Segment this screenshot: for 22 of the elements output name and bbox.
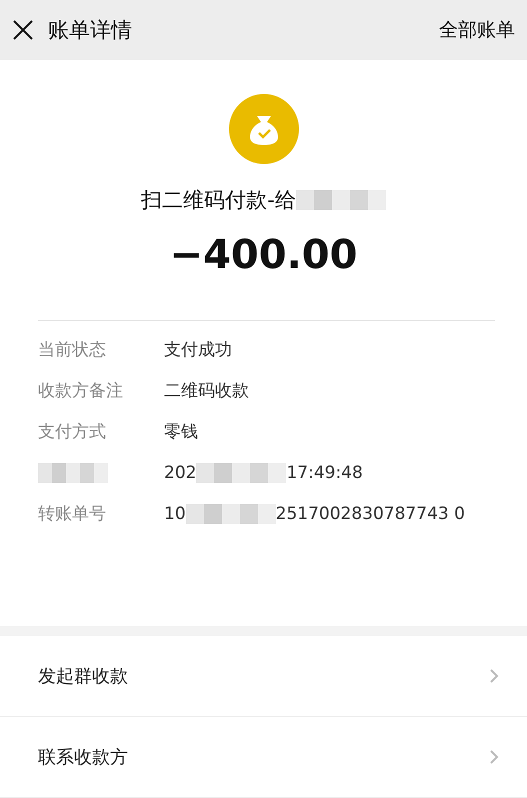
detail-value: 2517002830787743 0 [276,504,465,524]
close-icon[interactable] [12,19,34,41]
payment-title: 扫二维码付款-给 [141,187,296,214]
chevron-icon [489,668,499,684]
detail-value: 10 [164,504,186,524]
chevron-icon [489,749,499,765]
money-bag-icon [228,94,298,164]
menu-item[interactable]: 发起群收款 [0,636,527,717]
detail-value: 17:49:48 [286,463,363,483]
menu-item[interactable]: 联系收款方 [0,717,527,798]
redaction-mosaic [38,463,108,484]
detail-value: 支付成功 [164,340,232,360]
detail-label: 当前状态 [38,339,107,362]
detail-label: 支付方式 [38,421,107,444]
page-title: 账单详情 [48,17,133,44]
all-bills-link[interactable]: 全部账单 [439,17,515,43]
detail-value: 二维码收款 [164,381,249,401]
detail-value: 202 [164,463,196,483]
detail-label: 收款方备注 [38,380,124,403]
detail-value: 零钱 [164,422,198,442]
amount-text: −400.00 [170,232,358,278]
detail-label: 转账单号 [38,503,107,526]
